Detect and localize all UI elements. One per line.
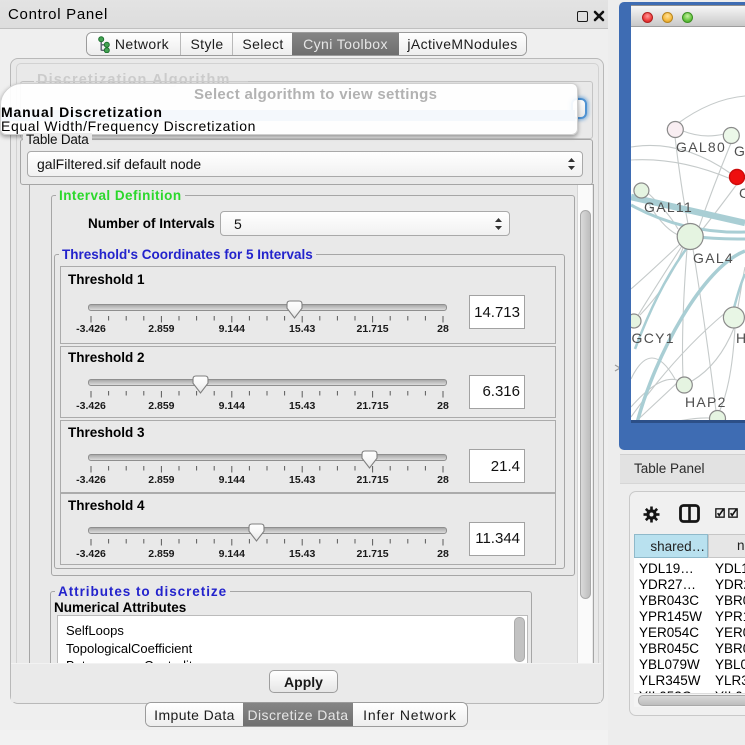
svg-text:GAL80: GAL80	[676, 139, 726, 155]
svg-text:GAL11: GAL11	[644, 199, 693, 215]
svg-text:GA: GA	[734, 143, 745, 159]
svg-text:HAP2: HAP2	[685, 394, 727, 410]
svg-text:GCY1: GCY1	[632, 330, 675, 346]
svg-text:C: C	[739, 185, 745, 201]
svg-text:GAL4: GAL4	[693, 250, 734, 266]
svg-text:H: H	[736, 330, 745, 346]
